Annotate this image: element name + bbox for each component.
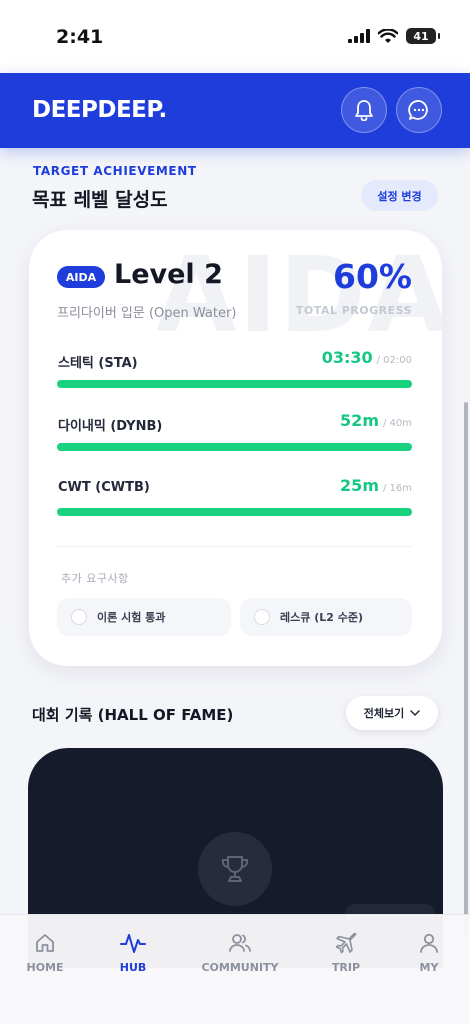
requirement-label: 이론 시험 통과 (97, 611, 166, 624)
nav-label: TRIP (331, 961, 361, 974)
app-logo: DEEPDEEP. (32, 97, 167, 123)
checkbox-icon[interactable] (71, 609, 87, 625)
metric-target: / 16m (382, 483, 412, 494)
signal-icon (348, 29, 370, 43)
wifi-icon (378, 28, 398, 43)
metric-target: / 02:00 (376, 355, 412, 366)
notifications-button[interactable] (341, 87, 387, 133)
messages-button[interactable] (396, 87, 442, 133)
users-icon (229, 934, 251, 952)
scrollbar[interactable] (464, 402, 468, 938)
nav-home[interactable]: HOME (0, 931, 90, 974)
metric-label: CWT (CWTB) (58, 480, 150, 495)
metric-progress-bar (57, 443, 412, 451)
section-kicker: TARGET ACHIEVEMENT (33, 164, 197, 178)
nav-label: MY (419, 961, 439, 974)
view-all-label: 전체보기 (363, 707, 405, 720)
metric-value: 25m / 16m (340, 476, 412, 495)
nav-my[interactable]: MY (384, 931, 470, 974)
view-all-button[interactable]: 전체보기 (346, 696, 438, 730)
app-header: DEEPDEEP. (0, 73, 470, 148)
metric-progress-bar (57, 380, 412, 388)
metric-label: 다이내믹 (DYNB) (58, 419, 163, 434)
status-icons: 41 (348, 28, 440, 44)
metric-current: 03:30 (321, 348, 373, 367)
plane-icon (335, 932, 357, 954)
checkbox-icon[interactable] (254, 609, 270, 625)
metric-target: / 40m (382, 418, 412, 429)
metric-current: 25m (340, 476, 379, 495)
status-time: 2:41 (56, 26, 104, 48)
metric-label: 스테틱 (STA) (58, 356, 138, 371)
nav-community[interactable]: COMMUNITY (195, 931, 285, 974)
hall-of-fame-title: 대회 기록 (HALL OF FAME) (32, 706, 234, 724)
nav-label: HOME (26, 961, 64, 974)
metric-progress-fill (57, 508, 412, 516)
battery-icon: 41 (406, 28, 440, 44)
requirement-label: 레스큐 (L2 수준) (280, 611, 363, 624)
level-subtitle: 프리다이버 입문 (Open Water) (57, 306, 237, 321)
nav-trip[interactable]: TRIP (301, 931, 391, 974)
nav-label: COMMUNITY (201, 961, 279, 974)
chat-bubble-icon (408, 100, 428, 120)
metric-progress-fill (57, 380, 412, 388)
activity-icon (120, 934, 146, 953)
metric-progress-fill (57, 443, 412, 451)
metric-value: 52m / 40m (340, 411, 412, 430)
chevron-down-icon (410, 710, 420, 716)
aida-badge: AIDA (57, 266, 105, 288)
status-bar: 2:41 41 (0, 0, 470, 74)
nav-label: HUB (119, 961, 147, 974)
total-progress-percent: 60% (333, 257, 412, 296)
metric-progress-bar (57, 508, 412, 516)
user-icon (420, 933, 438, 953)
extra-requirements-label: 추가 요구사항 (61, 572, 129, 585)
section-title: 목표 레벨 달성도 (32, 189, 168, 211)
bell-icon (355, 100, 373, 121)
trophy-icon (198, 832, 272, 906)
metric-value: 03:30 / 02:00 (322, 348, 412, 367)
target-level-card: AIDA AIDA Level 2 프리다이버 입문 (Open Water) … (29, 230, 442, 666)
level-title: Level 2 (114, 259, 223, 290)
bottom-navigation: HOME HUB COMMUNITY TRIP MY (0, 914, 470, 1024)
nav-hub[interactable]: HUB (88, 931, 178, 974)
requirement-theory-exam[interactable]: 이론 시험 통과 (57, 598, 231, 636)
change-settings-button[interactable]: 설정 변경 (361, 180, 438, 211)
requirement-rescue[interactable]: 레스큐 (L2 수준) (240, 598, 412, 636)
card-divider (57, 546, 412, 547)
home-icon (36, 934, 54, 952)
total-progress-label: TOTAL PROGRESS (295, 304, 412, 317)
metric-current: 52m (340, 411, 379, 430)
